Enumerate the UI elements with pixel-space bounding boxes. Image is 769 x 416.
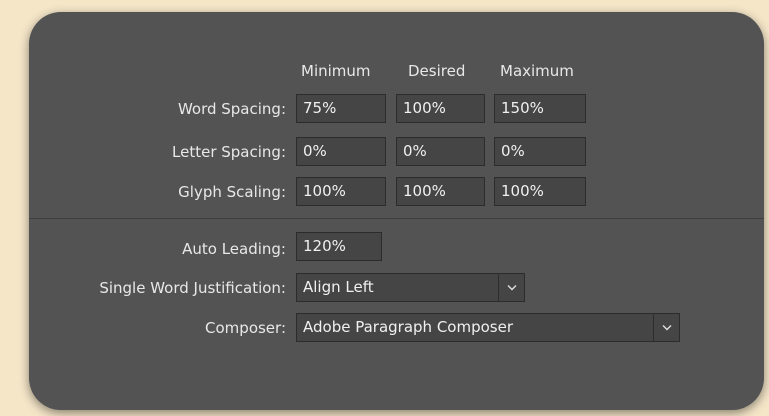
single-word-justification-label: Single Word Justification: (99, 279, 286, 297)
glyph-scaling-maximum-field[interactable]: 100% (494, 177, 586, 206)
column-header-maximum: Maximum (500, 62, 574, 80)
column-header-desired: Desired (408, 62, 466, 80)
letter-spacing-desired-field[interactable]: 0% (396, 137, 485, 166)
chevron-down-icon[interactable] (653, 314, 679, 341)
word-spacing-desired-field[interactable]: 100% (396, 94, 485, 123)
composer-label: Composer: (205, 319, 286, 337)
auto-leading-field[interactable]: 120% (296, 232, 382, 261)
single-word-justification-dropdown[interactable]: Align Left (296, 273, 525, 302)
glyph-scaling-label: Glyph Scaling: (178, 183, 286, 201)
chevron-down-icon[interactable] (498, 274, 524, 301)
letter-spacing-label: Letter Spacing: (172, 143, 286, 161)
letter-spacing-maximum-field[interactable]: 0% (494, 137, 586, 166)
single-word-justification-value: Align Left (303, 278, 374, 296)
glyph-scaling-desired-field[interactable]: 100% (396, 177, 485, 206)
column-header-minimum: Minimum (301, 62, 371, 80)
justification-dialog-panel (29, 12, 764, 410)
composer-dropdown[interactable]: Adobe Paragraph Composer (296, 313, 680, 342)
section-divider (29, 218, 764, 219)
composer-value: Adobe Paragraph Composer (303, 318, 513, 336)
word-spacing-minimum-field[interactable]: 75% (296, 94, 386, 123)
auto-leading-label: Auto Leading: (182, 240, 286, 258)
word-spacing-maximum-field[interactable]: 150% (494, 94, 586, 123)
word-spacing-label: Word Spacing: (177, 100, 286, 118)
letter-spacing-minimum-field[interactable]: 0% (296, 137, 386, 166)
glyph-scaling-minimum-field[interactable]: 100% (296, 177, 386, 206)
